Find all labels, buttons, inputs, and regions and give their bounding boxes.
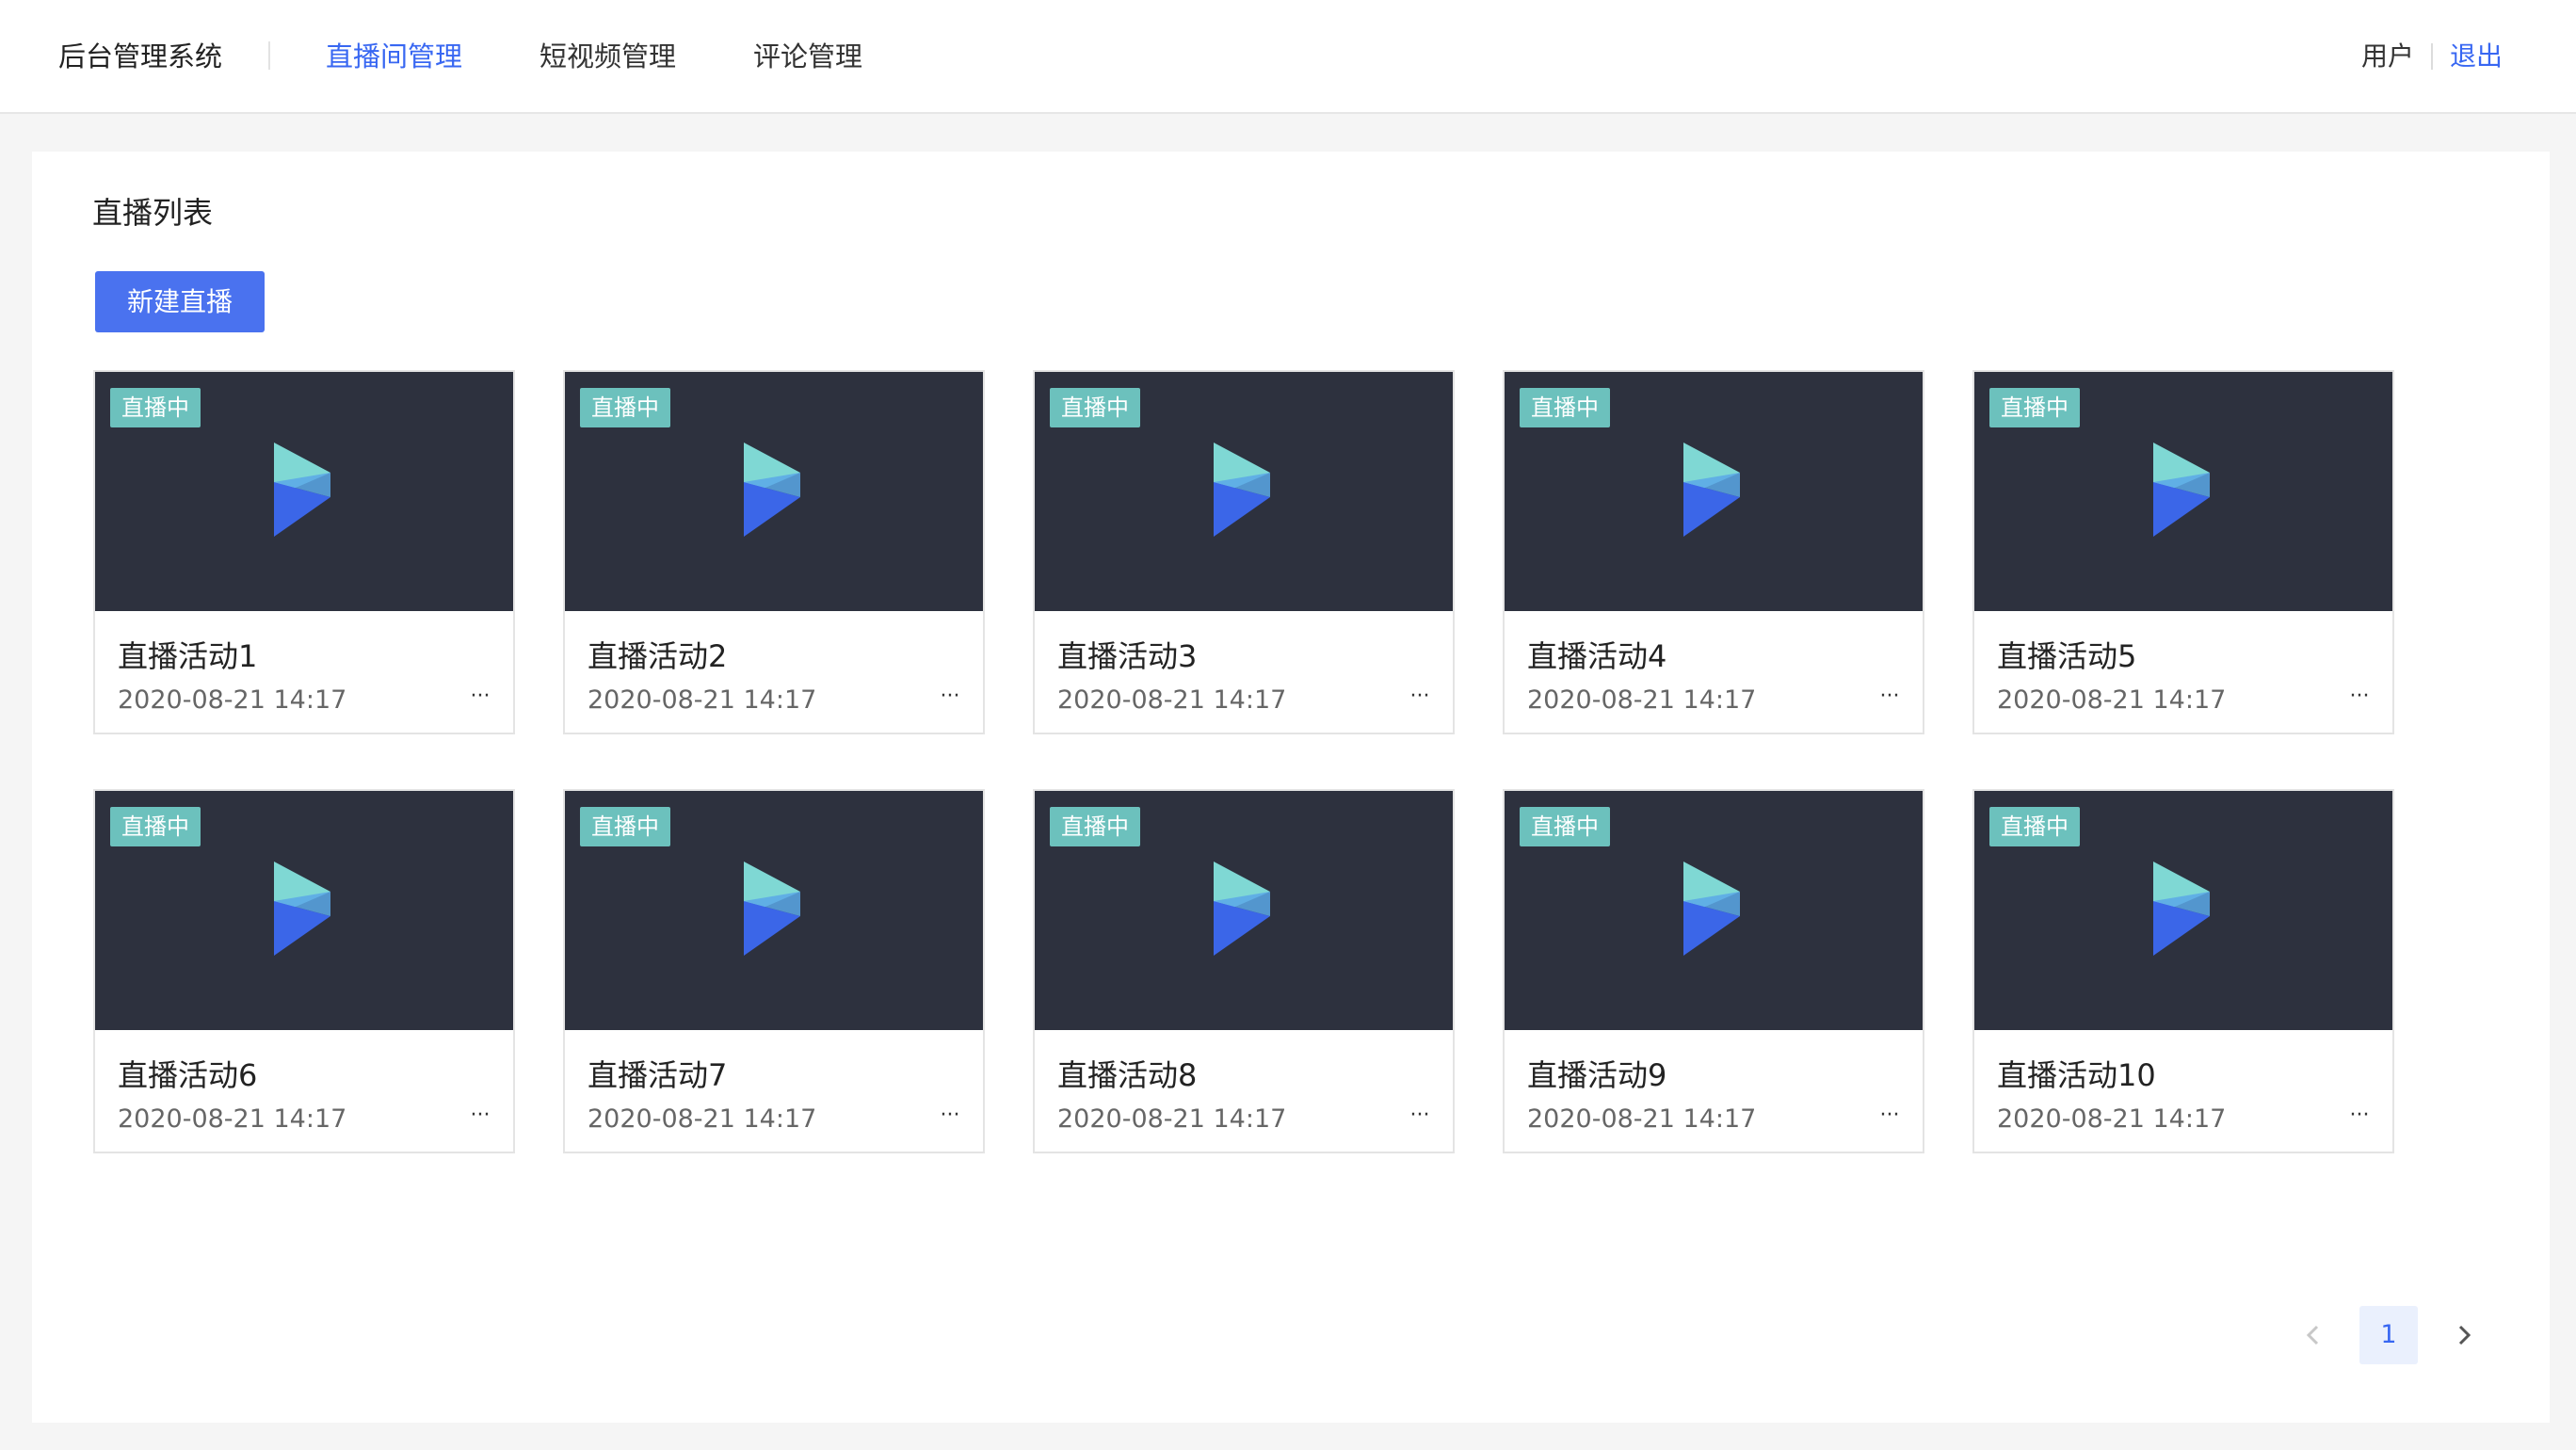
live-card-title: 直播活动5 — [1997, 638, 2137, 674]
top-header: 后台管理系统 直播间管理 短视频管理 评论管理 用户 退出 — [0, 0, 2576, 114]
live-card[interactable]: 直播中 直播活动5 2020-08-21 14:17 ··· — [1972, 370, 2394, 734]
play-logo-icon — [2153, 862, 2210, 956]
live-status-badge: 直播中 — [1520, 807, 1610, 846]
play-logo-icon — [1683, 862, 1740, 956]
live-status-badge: 直播中 — [1050, 807, 1140, 846]
page-title: 直播列表 — [92, 195, 214, 231]
live-status-badge: 直播中 — [110, 388, 201, 427]
live-card-title: 直播活动10 — [1997, 1057, 2156, 1093]
live-card[interactable]: 直播中 直播活动4 2020-08-21 14:17 ··· — [1503, 370, 1924, 734]
pagination: 1 — [2284, 1306, 2493, 1364]
play-logo-icon — [744, 862, 800, 956]
live-card-title: 直播活动6 — [118, 1057, 258, 1093]
live-card[interactable]: 直播中 直播活动10 2020-08-21 14:17 ··· — [1972, 789, 2394, 1153]
live-card[interactable]: 直播中 直播活动2 2020-08-21 14:17 ··· — [563, 370, 985, 734]
live-thumbnail[interactable]: 直播中 — [1035, 372, 1453, 611]
live-status-badge: 直播中 — [110, 807, 201, 846]
app-brand-title: 后台管理系统 — [58, 40, 223, 72]
live-card-title: 直播活动1 — [118, 638, 258, 674]
more-options-button[interactable]: ··· — [1406, 683, 1434, 718]
more-options-button[interactable]: ··· — [466, 683, 494, 718]
more-options-button[interactable]: ··· — [2345, 1102, 2374, 1137]
live-card-date: 2020-08-21 14:17 — [588, 1104, 817, 1134]
live-card[interactable]: 直播中 直播活动9 2020-08-21 14:17 ··· — [1503, 789, 1924, 1153]
live-card-date: 2020-08-21 14:17 — [1057, 685, 1287, 715]
live-status-badge: 直播中 — [1989, 807, 2080, 846]
play-logo-icon — [274, 443, 330, 537]
logout-link[interactable]: 退出 — [2450, 36, 2503, 77]
user-area: 用户 退出 — [2361, 36, 2503, 77]
chevron-left-icon — [2306, 1325, 2319, 1345]
live-thumbnail[interactable]: 直播中 — [1035, 791, 1453, 1030]
live-card[interactable]: 直播中 直播活动6 2020-08-21 14:17 ··· — [93, 789, 515, 1153]
live-thumbnail[interactable]: 直播中 — [565, 791, 983, 1030]
play-logo-icon — [2153, 443, 2210, 537]
live-thumbnail[interactable]: 直播中 — [1505, 372, 1923, 611]
play-logo-icon — [1214, 862, 1270, 956]
play-logo-icon — [1214, 443, 1270, 537]
more-options-button[interactable]: ··· — [466, 1102, 494, 1137]
live-thumbnail[interactable]: 直播中 — [95, 372, 513, 611]
more-options-button[interactable]: ··· — [1876, 1102, 1904, 1137]
more-options-button[interactable]: ··· — [1876, 683, 1904, 718]
live-card-date: 2020-08-21 14:17 — [118, 685, 347, 715]
live-thumbnail[interactable]: 直播中 — [1505, 791, 1923, 1030]
live-card[interactable]: 直播中 直播活动7 2020-08-21 14:17 ··· — [563, 789, 985, 1153]
play-logo-icon — [744, 443, 800, 537]
live-status-badge: 直播中 — [1520, 388, 1610, 427]
live-card-title: 直播活动8 — [1057, 1057, 1198, 1093]
more-options-button[interactable]: ··· — [2345, 683, 2374, 718]
live-card-date: 2020-08-21 14:17 — [1997, 1104, 2227, 1134]
play-logo-icon — [1683, 443, 1740, 537]
live-status-badge: 直播中 — [1989, 388, 2080, 427]
chevron-right-icon — [2458, 1325, 2471, 1345]
live-card-title: 直播活动3 — [1057, 638, 1198, 674]
live-card-date: 2020-08-21 14:17 — [1997, 685, 2227, 715]
nav-item-live-rooms[interactable]: 直播间管理 — [326, 36, 462, 77]
live-status-badge: 直播中 — [580, 807, 670, 846]
live-thumbnail[interactable]: 直播中 — [95, 791, 513, 1030]
live-card-title: 直播活动7 — [588, 1057, 728, 1093]
live-thumbnail[interactable]: 直播中 — [1974, 791, 2392, 1030]
live-card-date: 2020-08-21 14:17 — [1527, 685, 1757, 715]
live-card[interactable]: 直播中 直播活动8 2020-08-21 14:17 ··· — [1033, 789, 1455, 1153]
header-divider — [268, 41, 270, 70]
nav-item-comments[interactable]: 评论管理 — [753, 36, 862, 77]
create-live-button[interactable]: 新建直播 — [95, 271, 265, 332]
live-card-date: 2020-08-21 14:17 — [1057, 1104, 1287, 1134]
live-card[interactable]: 直播中 直播活动1 2020-08-21 14:17 ··· — [93, 370, 515, 734]
live-card-grid: 直播中 直播活动1 2020-08-21 14:17 ··· 直播中 直播活动2… — [93, 370, 2452, 1153]
live-card-title: 直播活动4 — [1527, 638, 1667, 674]
live-card[interactable]: 直播中 直播活动3 2020-08-21 14:17 ··· — [1033, 370, 1455, 734]
content-panel: 直播列表 新建直播 直播中 直播活动1 2020-08-21 14:17 ···… — [32, 152, 2550, 1423]
more-options-button[interactable]: ··· — [936, 1102, 964, 1137]
live-card-title: 直播活动9 — [1527, 1057, 1667, 1093]
nav-item-short-videos[interactable]: 短视频管理 — [539, 36, 676, 77]
live-card-title: 直播活动2 — [588, 638, 728, 674]
user-divider — [2430, 43, 2433, 70]
next-page-button[interactable] — [2435, 1306, 2493, 1364]
live-thumbnail[interactable]: 直播中 — [1974, 372, 2392, 611]
live-status-badge: 直播中 — [1050, 388, 1140, 427]
more-options-button[interactable]: ··· — [936, 683, 964, 718]
live-card-date: 2020-08-21 14:17 — [1527, 1104, 1757, 1134]
prev-page-button[interactable] — [2284, 1306, 2343, 1364]
live-card-date: 2020-08-21 14:17 — [118, 1104, 347, 1134]
live-status-badge: 直播中 — [580, 388, 670, 427]
user-label[interactable]: 用户 — [2361, 36, 2414, 77]
main-nav: 直播间管理 短视频管理 评论管理 — [326, 36, 940, 77]
page-number-current[interactable]: 1 — [2359, 1306, 2418, 1364]
live-card-date: 2020-08-21 14:17 — [588, 685, 817, 715]
more-options-button[interactable]: ··· — [1406, 1102, 1434, 1137]
play-logo-icon — [274, 862, 330, 956]
live-thumbnail[interactable]: 直播中 — [565, 372, 983, 611]
